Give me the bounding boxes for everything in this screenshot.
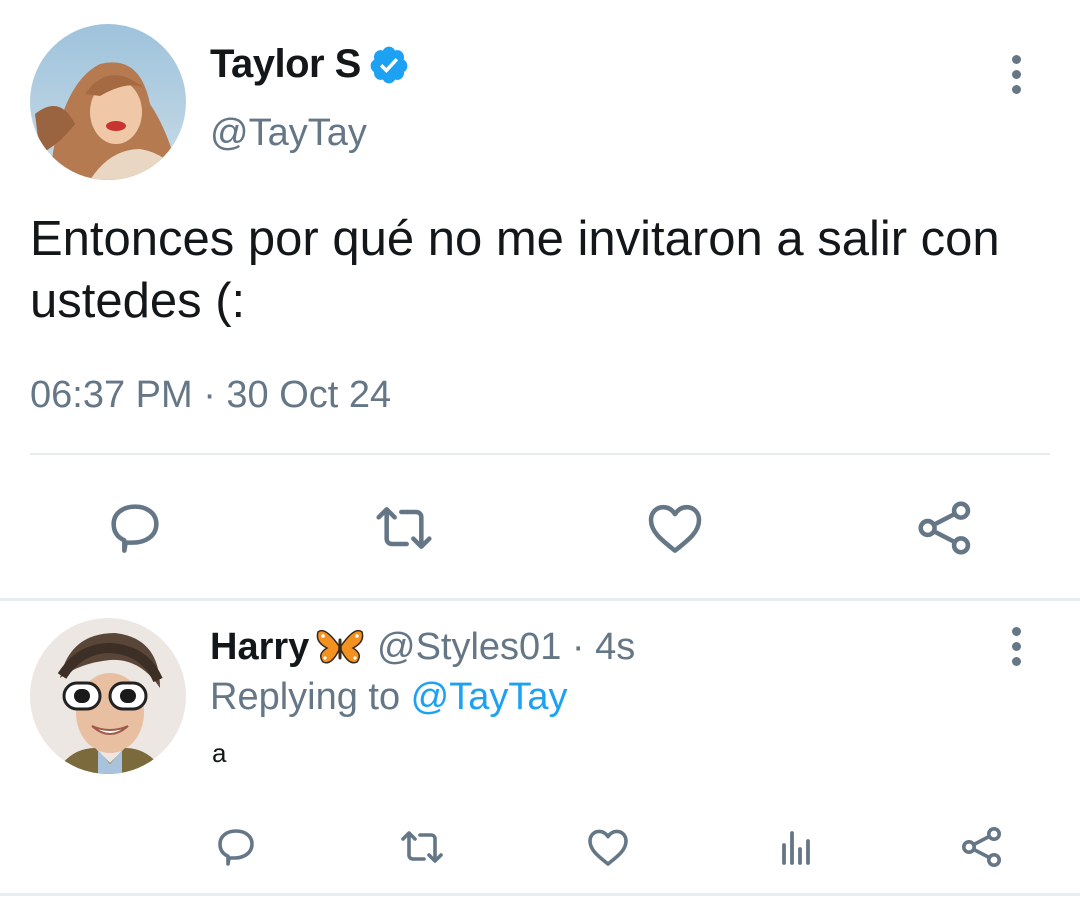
share-icon[interactable] xyxy=(958,823,1006,871)
more-options-icon[interactable] xyxy=(1010,55,1022,95)
reply-icon[interactable] xyxy=(212,823,260,871)
butterfly-emoji-icon xyxy=(315,626,365,668)
retweet-icon[interactable] xyxy=(372,496,436,560)
author-name[interactable]: Taylor S xyxy=(210,42,361,87)
tweet-text: Entonces por qué no me invitaron a salir… xyxy=(30,212,1000,328)
share-icon[interactable] xyxy=(913,496,977,560)
like-icon[interactable] xyxy=(584,823,632,871)
divider xyxy=(0,598,1080,601)
replying-to: Replying to @TayTay xyxy=(210,676,568,719)
reply-author-avatar[interactable] xyxy=(30,618,186,774)
replying-to-prefix: Replying to xyxy=(210,676,411,718)
reply-handle-time[interactable]: @Styles01 · 4s xyxy=(377,626,635,669)
like-icon[interactable] xyxy=(643,496,707,560)
verified-badge-icon xyxy=(368,44,410,86)
reply-icon[interactable] xyxy=(103,496,167,560)
divider xyxy=(30,453,1050,455)
reply-text: a xyxy=(212,738,227,768)
analytics-icon[interactable] xyxy=(772,823,820,871)
reply-more-options-icon[interactable] xyxy=(1010,627,1022,667)
divider xyxy=(0,893,1080,896)
retweet-icon[interactable] xyxy=(398,823,446,871)
author-avatar[interactable] xyxy=(30,24,186,180)
reply-author-name[interactable]: Harry xyxy=(210,626,309,669)
tweet-timestamp: 06:37 PM · 30 Oct 24 xyxy=(30,374,392,416)
replying-to-handle-link[interactable]: @TayTay xyxy=(411,676,568,718)
author-handle[interactable]: @TayTay xyxy=(210,112,367,155)
